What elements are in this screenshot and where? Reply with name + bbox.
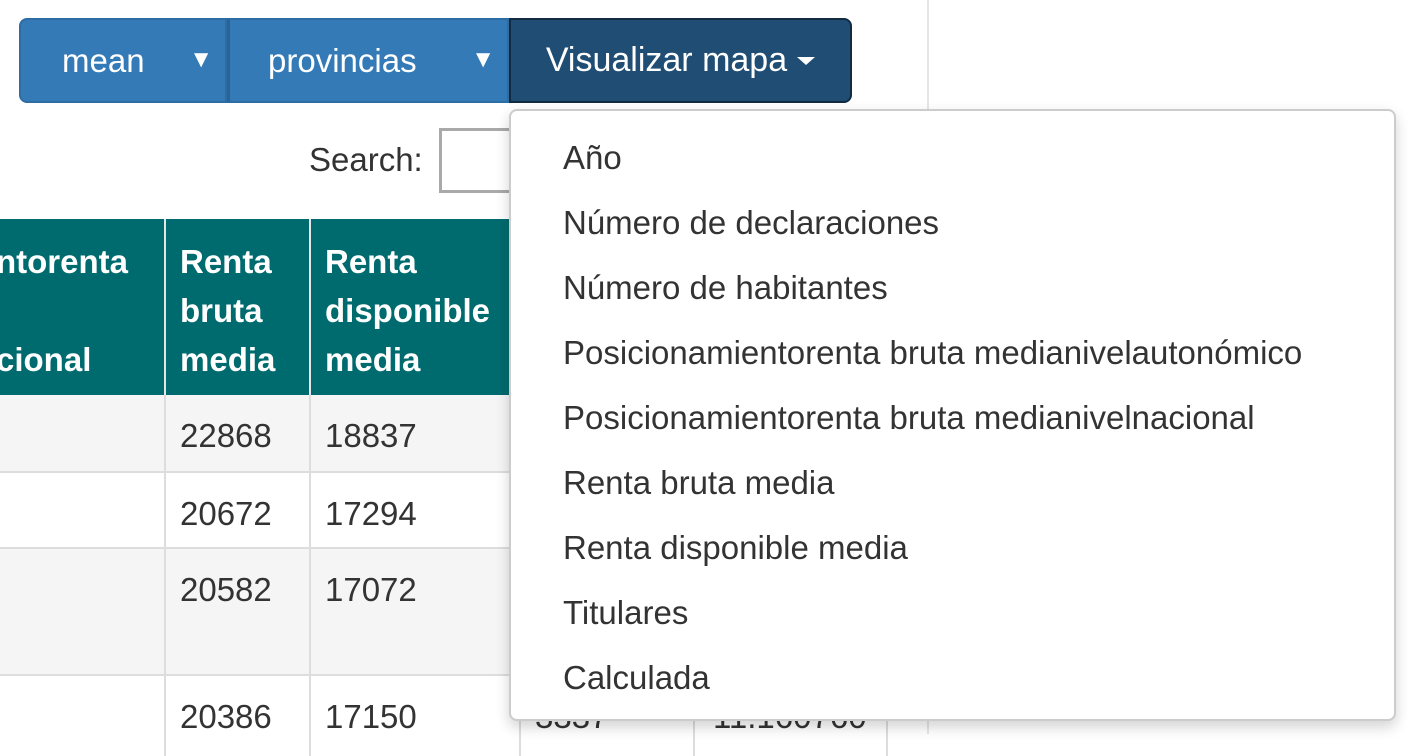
table-cell: 17294 xyxy=(311,473,521,549)
region-level-select[interactable]: provincias ▼ xyxy=(227,18,509,103)
toolbar-button-group: mean ▼ provincias ▼ Visualizar mapa xyxy=(19,18,852,103)
table-cell: 20672 xyxy=(166,473,311,549)
statistic-select[interactable]: mean ▼ xyxy=(19,18,227,103)
chevron-down-icon: ▼ xyxy=(471,46,495,73)
dropdown-item[interactable]: Renta disponible media xyxy=(563,529,908,567)
header-line: disponible xyxy=(325,292,490,329)
table-cell xyxy=(0,549,166,676)
table-cell xyxy=(0,473,166,549)
chevron-down-icon: ▼ xyxy=(189,46,213,73)
table-cell: 17150 xyxy=(311,676,521,756)
column-header-renta-disponible-media[interactable]: Renta disponible media xyxy=(311,219,521,395)
dropdown-item[interactable]: Titulares xyxy=(563,594,688,632)
dropdown-item[interactable]: Año xyxy=(563,139,622,177)
header-line: Renta xyxy=(325,243,417,280)
header-line: cional xyxy=(0,341,92,378)
table-cell: 22868 xyxy=(166,395,311,473)
header-line: media xyxy=(325,341,421,378)
visualize-map-label: Visualizar mapa xyxy=(545,41,788,79)
dropdown-item[interactable]: Posicionamientorenta bruta medianivelaut… xyxy=(563,334,1302,372)
dropdown-item[interactable]: Renta bruta media xyxy=(563,464,835,502)
dropdown-item[interactable]: Número de declaraciones xyxy=(563,204,939,242)
dropdown-item[interactable]: Número de habitantes xyxy=(563,269,888,307)
header-line: bruta xyxy=(180,292,263,329)
table-cell: 18837 xyxy=(311,395,521,473)
table-cell xyxy=(0,395,166,473)
header-line: media xyxy=(180,341,276,378)
region-level-select-value: provincias xyxy=(268,42,417,79)
table-cell: 20582 xyxy=(166,549,311,676)
search-label: Search: xyxy=(309,141,423,178)
caret-down-icon xyxy=(797,56,816,65)
table-cell xyxy=(0,676,166,756)
header-line: Renta xyxy=(180,243,272,280)
column-header-posicionamiento-nacional[interactable]: ntorenta cional xyxy=(0,219,166,395)
dropdown-item[interactable]: Posicionamientorenta bruta medianivelnac… xyxy=(563,399,1255,437)
table-cell: 17072 xyxy=(311,549,521,676)
map-variable-dropdown-menu: Año Número de declaraciones Número de ha… xyxy=(509,109,1396,721)
statistic-select-value: mean xyxy=(62,42,145,79)
dropdown-item[interactable]: Calculada xyxy=(563,659,710,697)
visualize-map-button[interactable]: Visualizar mapa xyxy=(509,18,852,103)
header-line xyxy=(0,286,164,335)
header-line: ntorenta xyxy=(0,243,128,280)
column-header-renta-bruta-media[interactable]: Renta bruta media xyxy=(166,219,311,395)
table-cell: 20386 xyxy=(166,676,311,756)
